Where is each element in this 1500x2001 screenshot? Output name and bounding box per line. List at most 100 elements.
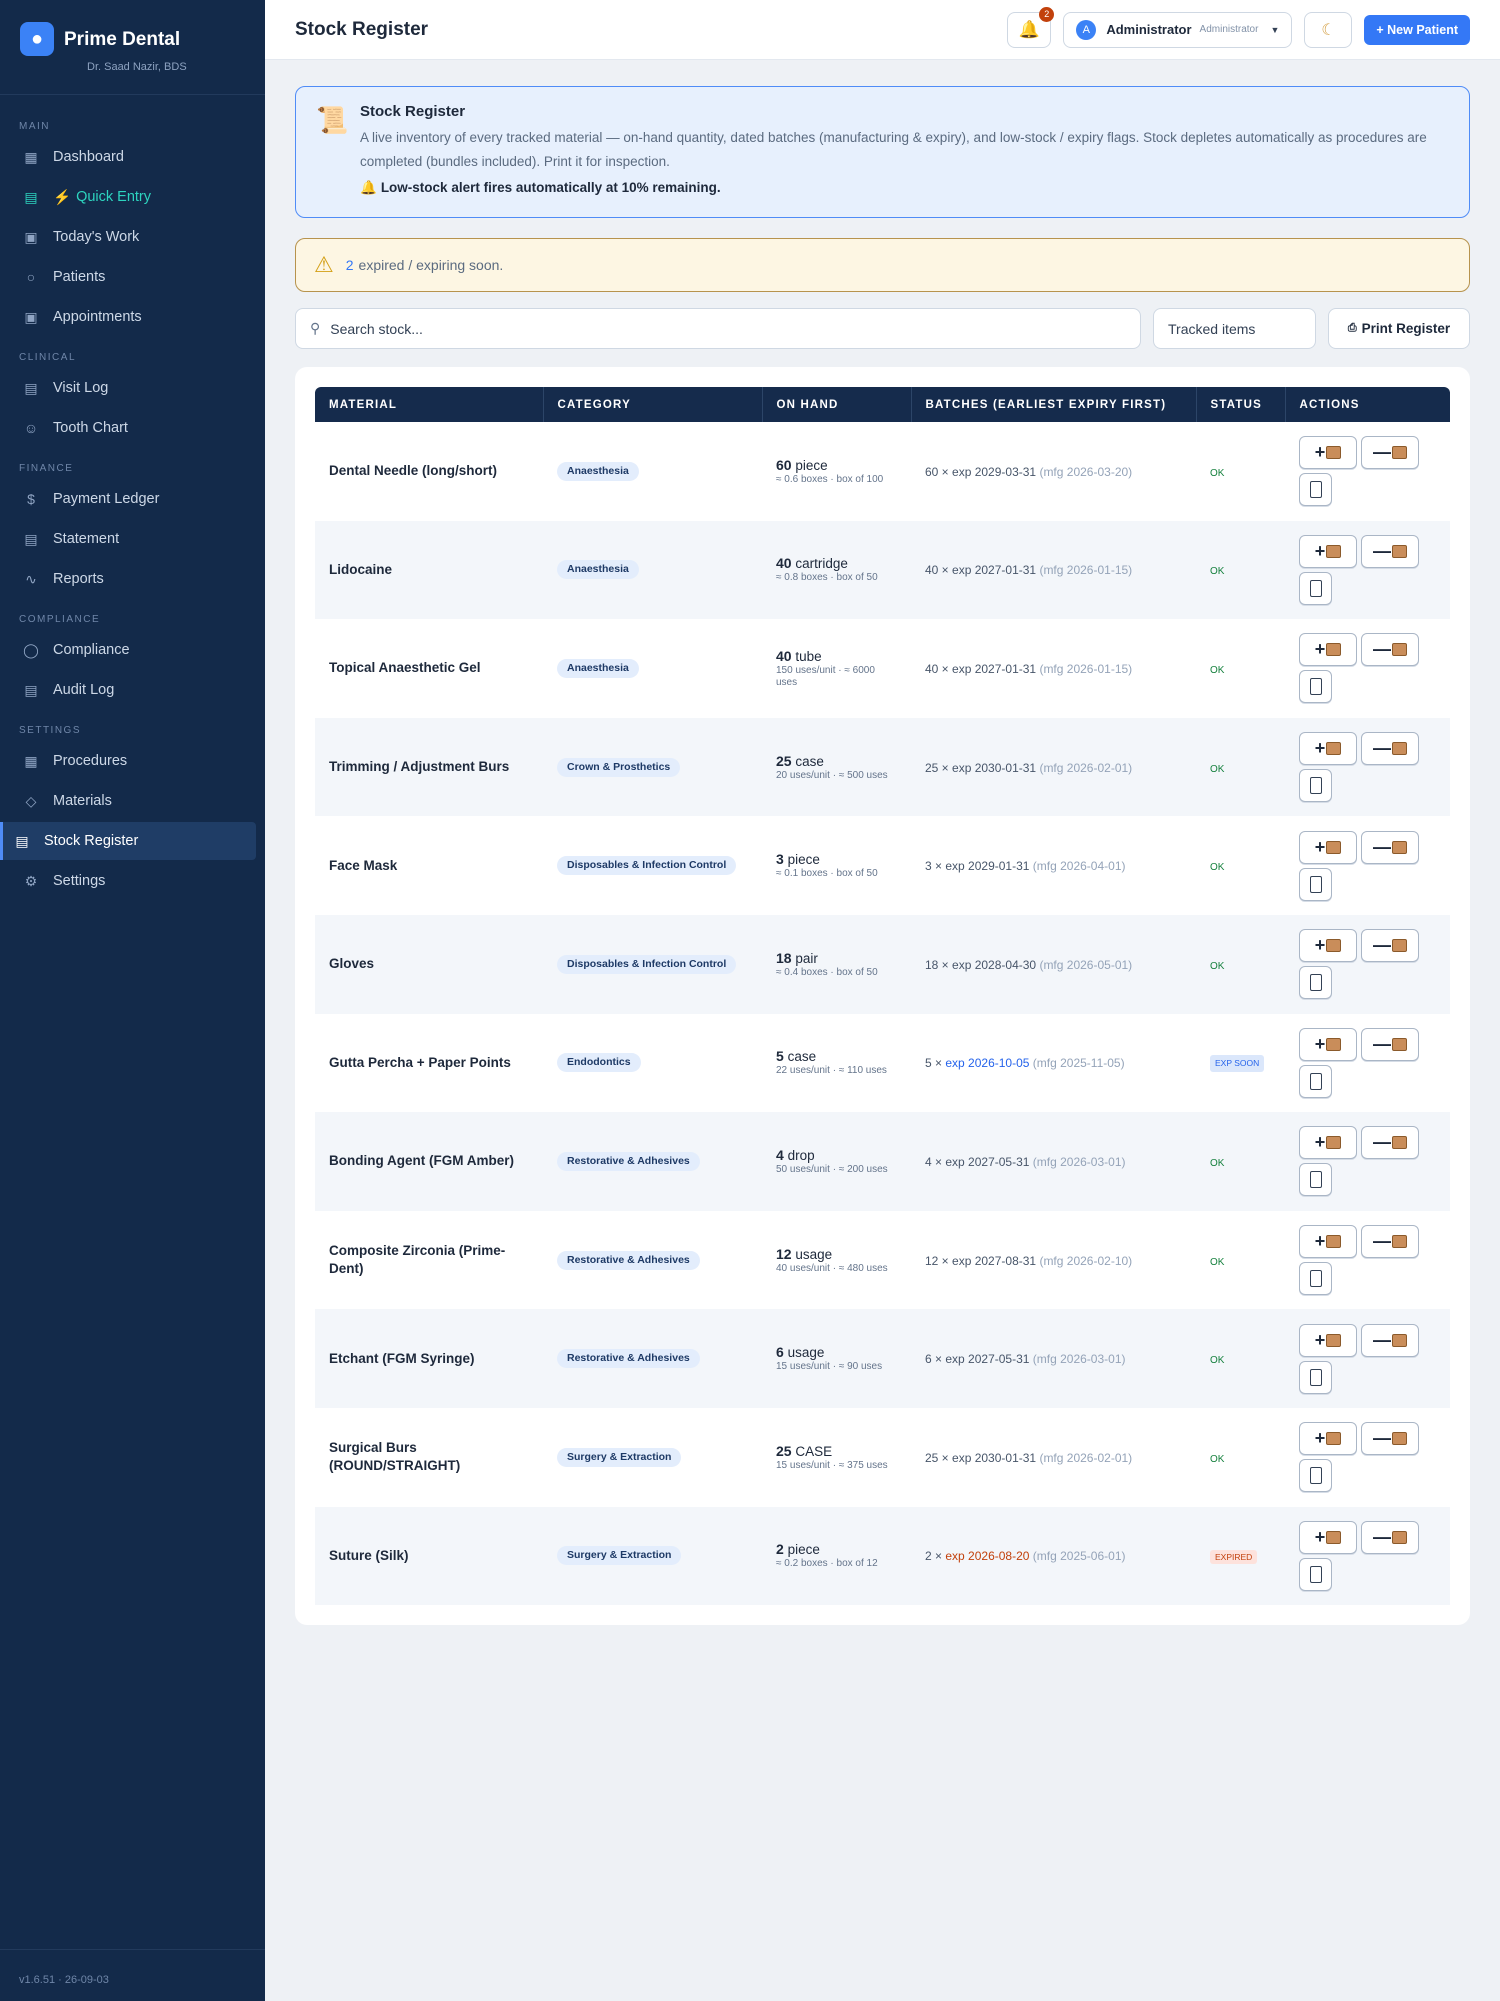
sidebar-item-statement[interactable]: ▤ Statement: [9, 520, 256, 558]
category-cell: Disposables & Infection Control: [543, 816, 762, 915]
actions-cell: + —: [1285, 521, 1450, 620]
stock-log-button[interactable]: [1299, 966, 1332, 1000]
on-hand-cell: 3 piece ≈ 0.1 boxes · box of 50: [762, 816, 911, 915]
clipboard-icon: [1309, 1171, 1322, 1189]
box-icon: ◇: [25, 792, 37, 809]
add-stock-button[interactable]: +: [1299, 1520, 1357, 1554]
batch-qty: 18 ×: [925, 957, 953, 972]
batch-mfg: (mfg 2025-11-05): [1029, 1056, 1125, 1071]
category-cell: Restorative & Adhesives: [543, 1309, 762, 1408]
print-register-button[interactable]: ⎙ Print Register: [1328, 308, 1470, 349]
stock-log-button[interactable]: [1299, 473, 1332, 507]
sidebar-item-compliance[interactable]: ◯ Compliance: [9, 631, 256, 669]
stock-log-button[interactable]: [1299, 1064, 1332, 1098]
new-patient-button[interactable]: + New Patient: [1364, 14, 1470, 45]
sidebar-item-payment-ledger[interactable]: $ Payment Ledger: [9, 480, 256, 518]
search-icon: ⚲: [310, 320, 321, 336]
sidebar-item-materials[interactable]: ◇ Materials: [9, 782, 256, 820]
add-stock-button[interactable]: +: [1299, 830, 1357, 864]
remove-stock-button[interactable]: —: [1361, 534, 1419, 568]
remove-stock-button[interactable]: —: [1361, 1422, 1419, 1456]
search-box[interactable]: ⚲: [295, 308, 1141, 349]
column-header[interactable]: Category: [542, 387, 762, 422]
sidebar-item-todays-work[interactable]: ▣ Today's Work: [9, 218, 256, 256]
notifications-button[interactable]: 🔔 2: [1007, 6, 1055, 48]
sidebar-item-patients[interactable]: ○ Patients: [9, 258, 256, 296]
material-cell: Face Mask: [315, 816, 543, 915]
stock-log-button[interactable]: [1299, 1262, 1332, 1296]
add-stock-button[interactable]: +: [1299, 1126, 1357, 1160]
box-icon: [1326, 544, 1342, 558]
sidebar-item-reports[interactable]: ∿ Reports: [9, 560, 256, 598]
remove-stock-button[interactable]: —: [1361, 1126, 1419, 1160]
stock-log-button[interactable]: [1299, 1163, 1332, 1197]
stock-log-button[interactable]: [1299, 670, 1332, 704]
remove-stock-button[interactable]: —: [1361, 830, 1419, 864]
sidebar-item-quick-entry[interactable]: ▤ ⚡ Quick Entry: [9, 178, 256, 216]
add-stock-button[interactable]: +: [1299, 1027, 1357, 1061]
filter-select[interactable]: Tracked items: [1153, 308, 1316, 349]
remove-stock-button[interactable]: —: [1361, 1323, 1419, 1357]
on-hand-qty: 25: [776, 752, 792, 769]
minus-icon: —: [1373, 442, 1391, 463]
brand-subtitle: Dr. Saad Nazir, BDS: [87, 61, 187, 73]
stock-log-button[interactable]: [1299, 1557, 1332, 1591]
minus-icon: —: [1373, 540, 1391, 561]
sidebar-item-settings[interactable]: ⚙ Settings: [9, 862, 256, 900]
app-version: v1.6.51 · 26-09-03: [0, 1949, 265, 2001]
add-stock-button[interactable]: +: [1299, 1225, 1357, 1259]
minus-icon: —: [1373, 738, 1391, 759]
remove-stock-button[interactable]: —: [1361, 732, 1419, 766]
add-stock-button[interactable]: +: [1299, 1323, 1357, 1357]
sidebar-item-appointments[interactable]: ▣ Appointments: [9, 298, 256, 336]
remove-stock-button[interactable]: —: [1361, 1225, 1419, 1259]
table-row: Gloves Disposables & Infection Control 1…: [315, 914, 1450, 1014]
material-name: Trimming / Adjustment Burs: [329, 759, 510, 775]
stock-log-button[interactable]: [1299, 1459, 1332, 1493]
search-input[interactable]: [330, 320, 1126, 337]
column-header[interactable]: On Hand: [761, 387, 911, 422]
file-icon: ▤: [24, 379, 38, 396]
sidebar-item-dashboard[interactable]: ▦ Dashboard: [9, 138, 256, 176]
add-stock-button[interactable]: +: [1299, 929, 1357, 963]
user-menu-button[interactable]: A Administrator Administrator ▼: [1063, 11, 1293, 48]
remove-stock-button[interactable]: —: [1361, 1027, 1419, 1061]
batch-expiry: exp 2030-01-31: [952, 1450, 1037, 1465]
stock-log-button[interactable]: [1299, 1360, 1332, 1394]
batch-mfg: (mfg 2026-01-15): [1036, 563, 1133, 578]
minus-icon: —: [1373, 1526, 1391, 1547]
sidebar-item-visit-log[interactable]: ▤ Visit Log: [9, 369, 256, 407]
remove-stock-button[interactable]: —: [1361, 1520, 1419, 1554]
batches-cell: 40 × exp 2027-01-31 (mfg 2026-01-15): [911, 521, 1196, 620]
material-name: Dental Needle (long/short): [329, 463, 498, 479]
sidebar-item-stock-register[interactable]: ▤ Stock Register: [0, 822, 256, 860]
theme-toggle-button[interactable]: ☾: [1304, 11, 1353, 48]
category-cell: Restorative & Adhesives: [543, 1211, 762, 1310]
table-row: Lidocaine Anaesthesia 40 cartridge ≈ 0.8…: [315, 520, 1450, 620]
remove-stock-button[interactable]: —: [1361, 929, 1419, 963]
column-header[interactable]: Batches (earliest expiry first): [910, 387, 1196, 422]
batch-qty: 3 ×: [925, 859, 946, 874]
category-badge: Anaesthesia: [557, 461, 639, 481]
add-stock-button[interactable]: +: [1299, 534, 1357, 568]
sidebar-item-procedures[interactable]: ▦ Procedures: [9, 742, 256, 780]
batch-mfg: (mfg 2025-06-01): [1029, 1549, 1126, 1564]
add-stock-button[interactable]: +: [1299, 732, 1357, 766]
add-stock-button[interactable]: +: [1299, 633, 1357, 667]
remove-stock-button[interactable]: —: [1361, 633, 1419, 667]
stock-log-button[interactable]: [1299, 571, 1332, 605]
stock-log-button[interactable]: [1299, 867, 1332, 901]
category-badge: Restorative & Adhesives: [557, 1151, 700, 1171]
sidebar-item-tooth-chart[interactable]: ☺ Tooth Chart: [9, 409, 256, 447]
column-header[interactable]: Status: [1195, 387, 1285, 422]
nav-section-main: MAIN: [19, 121, 50, 132]
add-stock-button[interactable]: +: [1299, 1422, 1357, 1456]
box-icon: [1326, 446, 1342, 460]
batches-cell: 6 × exp 2027-05-31 (mfg 2026-03-01): [911, 1309, 1196, 1408]
remove-stock-button[interactable]: —: [1361, 436, 1419, 470]
sidebar-item-audit-log[interactable]: ▤ Audit Log: [9, 671, 256, 709]
table-row: Bonding Agent (FGM Amber) Restorative & …: [315, 1112, 1450, 1211]
add-stock-button[interactable]: +: [1299, 436, 1357, 470]
column-header[interactable]: Material: [315, 387, 543, 422]
stock-log-button[interactable]: [1299, 769, 1332, 803]
